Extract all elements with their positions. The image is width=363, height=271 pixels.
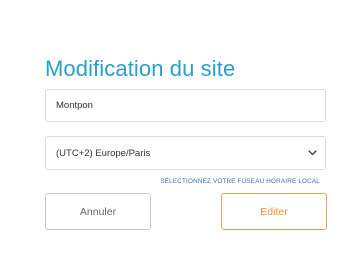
dialog-title: Modification du site: [45, 56, 236, 81]
site-name-input[interactable]: [45, 89, 326, 122]
edit-site-dialog: Modification du site (UTC+2) Europe/Pari…: [0, 0, 363, 271]
edit-button[interactable]: Editer: [221, 193, 327, 230]
chevron-down-icon: [307, 148, 317, 158]
cancel-button-label: Annuler: [79, 205, 117, 218]
cancel-button[interactable]: Annuler: [45, 193, 151, 230]
timezone-selected-value: (UTC+2) Europe/Paris: [56, 147, 151, 159]
timezone-select[interactable]: (UTC+2) Europe/Paris: [45, 136, 326, 170]
edit-button-label: Editer: [260, 205, 288, 218]
timezone-hint: SÉLECTIONNEZ VOTRE FUSEAU HORAIRE LOCAL: [160, 178, 320, 185]
